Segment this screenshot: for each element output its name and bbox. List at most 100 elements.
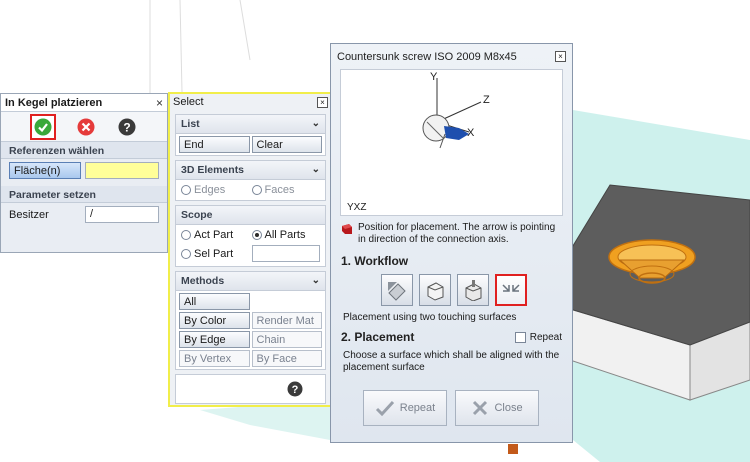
viewport-marker bbox=[508, 444, 518, 454]
sel-part-radio[interactable]: Sel Part bbox=[181, 245, 250, 262]
close-icon[interactable]: × bbox=[156, 97, 163, 109]
collapse-chevron-icon: ⌄ bbox=[311, 118, 320, 129]
close-icon[interactable]: × bbox=[555, 51, 566, 62]
list-group-title: List bbox=[181, 118, 200, 130]
list-group: List ⌄ End Clear bbox=[175, 114, 326, 156]
sel-part-input[interactable] bbox=[251, 245, 320, 262]
close-button-label: Close bbox=[494, 402, 523, 414]
owner-label: Besitzer bbox=[9, 208, 49, 221]
placement-note-text: Position for placement. The arrow is poi… bbox=[358, 222, 556, 245]
repeat-button-label: Repeat bbox=[399, 402, 436, 414]
sel-part-label: Sel Part bbox=[194, 247, 234, 260]
elements-group-title: 3D Elements bbox=[181, 164, 245, 176]
action-buttons: Repeat Close bbox=[331, 374, 572, 426]
faces-reference-button[interactable]: Fläche(n) bbox=[9, 162, 81, 179]
help-icon[interactable]: ? bbox=[287, 381, 303, 397]
placement-note: Position for placement. The arrow is poi… bbox=[331, 216, 572, 246]
select-panel-titlebar: Select × bbox=[170, 94, 331, 110]
construction-lines bbox=[149, 0, 251, 95]
select-panel: Select × List ⌄ End Clear 3D Elements ⌄ Ed… bbox=[168, 92, 333, 407]
close-x-icon bbox=[473, 400, 488, 416]
by-edge-button[interactable]: By Edge bbox=[179, 331, 250, 348]
by-color-button[interactable]: By Color bbox=[179, 312, 250, 329]
cube-icon bbox=[427, 282, 444, 301]
methods-group-header[interactable]: Methods ⌄ bbox=[176, 272, 325, 291]
touching-surfaces-icon bbox=[502, 284, 520, 292]
workflow-cube-pin-button[interactable] bbox=[457, 274, 489, 306]
cube-pin-icon bbox=[465, 280, 482, 301]
methods-group: Methods ⌄ All By Color Render Mat By Edge… bbox=[175, 271, 326, 370]
faces-label: Faces bbox=[264, 184, 295, 196]
axis-y-label: Y bbox=[430, 71, 438, 83]
methods-group-title: Methods bbox=[181, 275, 225, 287]
help-button[interactable]: ? bbox=[116, 116, 138, 138]
placement-description: Choose a surface which shall be aligned … bbox=[343, 350, 560, 373]
screw-preview-graphic: Y Z X YXZ bbox=[347, 71, 490, 213]
close-icon[interactable]: × bbox=[317, 96, 328, 108]
cone-panel-title: In Kegel platzieren bbox=[5, 96, 103, 109]
select-help-row: ? bbox=[175, 374, 326, 404]
reference-input[interactable] bbox=[85, 162, 159, 179]
by-face-button[interactable]: By Face bbox=[251, 350, 322, 367]
workflow-header: 1. Workflow bbox=[341, 254, 409, 268]
screw-preview[interactable]: Y Z X YXZ bbox=[340, 69, 563, 216]
help-icon: ? bbox=[118, 118, 136, 135]
check-icon bbox=[34, 118, 52, 135]
cone-panel-titlebar: In Kegel platzieren × bbox=[1, 94, 167, 112]
workflow-cube-button[interactable] bbox=[419, 274, 451, 306]
ok-button[interactable] bbox=[30, 113, 57, 140]
elements-group-header[interactable]: 3D Elements ⌄ bbox=[176, 161, 325, 180]
workflow-buttons bbox=[331, 268, 572, 306]
faces-radio[interactable]: Faces bbox=[251, 184, 321, 196]
workflow-arrow-button[interactable] bbox=[381, 274, 413, 306]
scope-group-header[interactable]: Scope bbox=[176, 206, 325, 225]
cone-placement-panel: In Kegel platzieren × ? Referenzen wähle… bbox=[0, 93, 168, 253]
clear-button[interactable]: Clear bbox=[251, 136, 322, 153]
repeat-checkbox-label: Repeat bbox=[529, 331, 562, 343]
placement-header: 2. Placement bbox=[341, 330, 415, 344]
workflow-touching-surfaces-button[interactable] bbox=[495, 274, 527, 306]
act-part-radio[interactable]: Act Part bbox=[181, 229, 250, 241]
end-button[interactable]: End bbox=[179, 136, 250, 153]
corner-axes-label: YXZ bbox=[347, 202, 366, 213]
parameters-section-header: Parameter setzen bbox=[1, 186, 167, 203]
screw-panel-title: Countersunk screw ISO 2009 M8x45 bbox=[337, 50, 517, 63]
collapse-chevron-icon: ⌄ bbox=[311, 275, 320, 286]
repeat-button[interactable]: Repeat bbox=[363, 390, 447, 426]
references-section-header: Referenzen wählen bbox=[1, 142, 167, 159]
cancel-button[interactable] bbox=[75, 116, 97, 138]
render-mat-button[interactable]: Render Mat bbox=[251, 312, 322, 329]
by-vertex-button[interactable]: By Vertex bbox=[179, 350, 250, 367]
close-button[interactable]: Close bbox=[455, 390, 539, 426]
connection-axis-icon bbox=[342, 224, 352, 234]
all-method-button[interactable]: All bbox=[179, 293, 250, 310]
cancel-icon bbox=[77, 118, 95, 135]
screw-placement-panel: Countersunk screw ISO 2009 M8x45 × Y Z X… bbox=[330, 43, 573, 443]
scope-group-title: Scope bbox=[181, 209, 213, 221]
svg-text:?: ? bbox=[292, 384, 299, 396]
cone-panel-toolbar: ? bbox=[1, 112, 167, 142]
select-panel-title: Select bbox=[173, 96, 204, 108]
edges-label: Edges bbox=[194, 184, 226, 196]
all-parts-label: All Parts bbox=[264, 229, 306, 241]
all-parts-radio[interactable]: All Parts bbox=[251, 229, 321, 241]
repeat-checkbox[interactable]: Repeat bbox=[514, 331, 562, 343]
elements-group: 3D Elements ⌄ Edges Faces bbox=[175, 160, 326, 201]
scope-group: Scope Act Part All Parts Sel Part bbox=[175, 205, 326, 267]
screw-panel-titlebar: Countersunk screw ISO 2009 M8x45 × bbox=[331, 44, 572, 69]
workflow-description: Placement using two touching surfaces bbox=[343, 312, 517, 323]
owner-row: Besitzer / bbox=[1, 203, 167, 226]
edges-radio[interactable]: Edges bbox=[181, 184, 250, 196]
act-part-label: Act Part bbox=[194, 229, 234, 241]
list-group-header[interactable]: List ⌄ bbox=[176, 115, 325, 134]
check-icon bbox=[375, 400, 394, 416]
arrow-placement-icon bbox=[388, 282, 406, 301]
svg-text:?: ? bbox=[123, 120, 130, 134]
placement-row: 2. Placement Repeat bbox=[331, 324, 572, 344]
owner-input[interactable]: / bbox=[85, 206, 159, 223]
collapse-chevron-icon: ⌄ bbox=[311, 164, 320, 175]
axis-x-label: X bbox=[467, 127, 475, 139]
reference-row: Fläche(n) bbox=[1, 159, 167, 182]
chain-button[interactable]: Chain bbox=[251, 331, 322, 348]
axis-z-label: Z bbox=[483, 94, 490, 106]
